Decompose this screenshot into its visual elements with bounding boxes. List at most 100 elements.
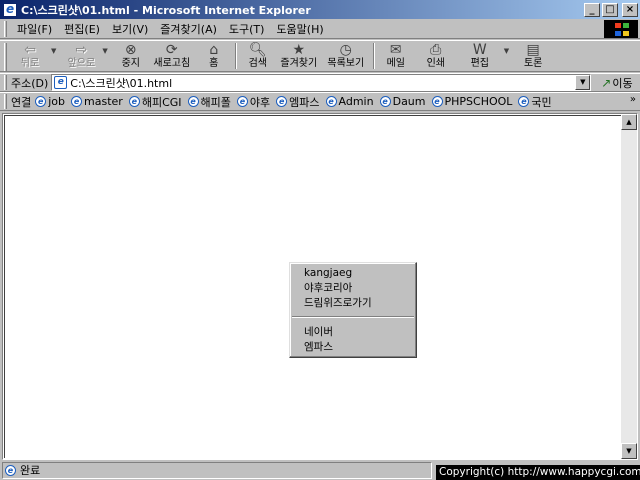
refresh-label: 새로고침 [153,58,191,69]
scroll-down-icon[interactable]: ▼ [621,443,637,459]
ie-page-icon: e [518,96,530,107]
word-document-icon: W [472,42,487,58]
links-grip[interactable] [4,94,7,109]
search-icon: 🔍︎ [248,42,267,58]
history-label: 목록보기 [327,58,365,69]
refresh-button[interactable]: ⟳ 새로고침 [148,41,196,71]
ie-page-icon: e [325,96,337,107]
link-label: Admin [338,95,374,108]
address-dropdown-icon[interactable]: ▼ [575,75,591,90]
link-label: Daum [392,95,426,108]
back-arrow-icon: ⇦ [24,42,36,58]
links-more-chevron-icon[interactable]: » [630,94,636,105]
links-bar: 연결 e job e master e 해피CGI e 해피폴 e 야후 e 엠파스 e Ad… [0,92,640,111]
ie-page-icon: e [431,96,443,107]
history-button[interactable]: ◷ 목록보기 [322,41,370,71]
link-admin[interactable]: e Admin [325,95,374,108]
link-yahoo[interactable]: e 야후 [236,94,271,110]
vertical-scrollbar[interactable]: ▲ ▼ [621,114,637,459]
status-text: 완료 [20,464,41,477]
ie-page-icon: e [276,96,288,107]
link-kookmin[interactable]: e 국민 [518,94,552,110]
standard-toolbar: ⇦ 뒤로 ▼ ⇨ 앞으로 ▼ ⊗ 중지 ⟳ 새로고침 ⌂ 홈 🔍︎ 검색 ★ 즐… [0,40,640,72]
home-button[interactable]: ⌂ 홈 [196,41,232,71]
stop-label: 중지 [121,58,140,69]
minimize-button[interactable]: _ [584,2,600,17]
menubar-grip[interactable] [4,20,7,37]
edit-button[interactable]: W 편집 [458,41,502,71]
link-label: 엠파스 [289,95,320,109]
discuss-button[interactable]: ▤ 토론 [515,41,551,71]
search-button[interactable]: 🔍︎ 검색 [240,41,276,71]
links-label: 연결 [11,95,32,109]
menu-edit[interactable]: 편집(E) [58,21,106,37]
ie-page-icon: e [187,96,199,107]
go-button[interactable]: ↗ 이동 [601,75,632,91]
close-button[interactable]: × [622,2,638,17]
back-label: 뒤로 [20,58,40,69]
print-button[interactable]: ⎙ 인쇄 [414,41,458,71]
menu-file[interactable]: 파일(F) [11,21,58,37]
forward-dropdown-icon[interactable]: ▼ [102,47,107,55]
ie-page-icon: e [128,96,140,107]
menu-favorites[interactable]: 즐겨찾기(A) [154,21,223,37]
link-phpschool[interactable]: e PHPSCHOOL [431,95,512,108]
forward-button[interactable]: ⇨ 앞으로 [62,41,100,71]
popup-item-dreamwiz[interactable]: 드림위즈로가기 [290,296,416,311]
window-title: C:\스크린샷\01.html - Microsoft Internet Exp… [21,3,311,17]
status-pane: e 완료 [2,461,432,479]
maximize-button[interactable]: □ [602,2,618,17]
toolbar-grip[interactable] [4,43,7,71]
search-label: 검색 [248,58,267,69]
ie-page-icon: e [236,96,248,107]
discuss-label: 토론 [523,58,543,69]
history-icon: ◷ [339,42,352,58]
go-arrow-icon: ↗ [601,75,612,90]
mail-button[interactable]: ✉ 메일 [378,41,414,71]
title-bar: C:\스크린샷\01.html - Microsoft Internet Exp… [0,0,640,19]
ie-page-icon: e [71,96,83,107]
link-empas[interactable]: e 엠파스 [276,94,320,110]
link-master[interactable]: e master [71,95,123,108]
address-bar: 주소(D) e ▼ ↗ 이동 [0,73,640,92]
toolbar-separator [234,43,237,69]
link-job[interactable]: e job [35,95,65,108]
popup-menu: kangjaeg 야후코리아 드림위즈로가기 네이버 엠파스 [289,262,417,358]
refresh-icon: ⟳ [165,42,178,58]
popup-item-naver[interactable]: 네이버 [290,325,416,340]
menu-tools[interactable]: 도구(T) [223,21,271,37]
windows-logo-icon [604,20,638,38]
favorites-label: 즐겨찾기 [280,58,318,69]
ie-page-icon: e [35,96,47,107]
scroll-up-icon[interactable]: ▲ [621,114,637,130]
popup-item-kangjaeg[interactable]: kangjaeg [290,266,416,281]
address-grip[interactable] [4,75,7,90]
back-dropdown-icon[interactable]: ▼ [51,47,56,55]
link-label: 국민 [531,95,552,109]
ie-page-icon: e [379,96,391,107]
go-label: 이동 [612,76,633,90]
back-button[interactable]: ⇦ 뒤로 [11,41,49,71]
link-happycgi[interactable]: e 해피CGI [128,94,182,110]
link-daum[interactable]: e Daum [379,95,426,108]
ie-icon[interactable] [3,2,17,17]
stop-button[interactable]: ⊗ 중지 [114,41,148,71]
favorites-button[interactable]: ★ 즐겨찾기 [276,41,322,71]
home-icon: ⌂ [209,42,219,58]
popup-item-yahoo-korea[interactable]: 야후코리아 [290,281,416,296]
link-label: 야후 [249,95,271,109]
popup-separator [292,316,414,318]
address-field[interactable]: e ▼ [51,74,592,91]
edit-dropdown-icon[interactable]: ▼ [504,47,509,55]
link-happypoll[interactable]: e 해피폴 [187,94,231,110]
mail-label: 메일 [386,58,405,69]
menu-bar: 파일(F) 편집(E) 보기(V) 즐겨찾기(A) 도구(T) 도움말(H) [0,19,640,39]
mail-icon: ✉ [389,42,402,58]
menu-help[interactable]: 도움말(H) [270,21,329,37]
page-icon: e [54,76,68,89]
edit-label: 편집 [470,58,489,69]
menu-view[interactable]: 보기(V) [106,21,154,37]
link-label: job [48,95,66,108]
address-input[interactable] [70,76,571,89]
popup-item-empas[interactable]: 엠파스 [290,340,416,355]
